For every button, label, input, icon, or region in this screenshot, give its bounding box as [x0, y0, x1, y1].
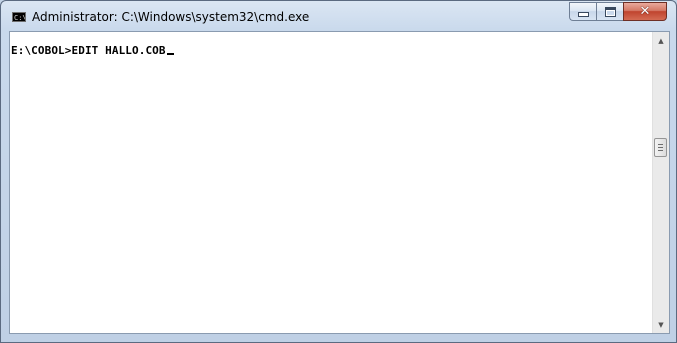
caption-buttons: ✕: [569, 2, 667, 22]
console-output[interactable]: E:\COBOL>EDIT HALLO.COB: [10, 32, 652, 333]
text-cursor: [166, 53, 174, 55]
console-client-area: E:\COBOL>EDIT HALLO.COB ▲ ▼: [9, 31, 670, 334]
minimize-icon: [577, 12, 589, 17]
thumb-grip-line: [658, 150, 663, 151]
scroll-up-arrow-icon[interactable]: ▲: [653, 32, 669, 49]
scroll-thumb[interactable]: [654, 138, 667, 157]
title-bar[interactable]: C:\ Administrator: C:\Windows\system32\c…: [1, 1, 676, 31]
maximize-button[interactable]: [596, 2, 623, 21]
console-icon[interactable]: C:\: [12, 12, 26, 22]
cmd-window: C:\ Administrator: C:\Windows\system32\c…: [0, 0, 677, 343]
minimize-button[interactable]: [569, 2, 596, 21]
vertical-scrollbar[interactable]: ▲ ▼: [652, 32, 669, 333]
command-text[interactable]: EDIT HALLO.COB: [72, 44, 166, 57]
scroll-down-arrow-icon[interactable]: ▼: [653, 316, 669, 333]
prompt-text: E:\COBOL>: [11, 44, 72, 57]
thumb-grip-line: [658, 144, 663, 145]
close-button[interactable]: ✕: [623, 2, 667, 21]
close-icon: ✕: [639, 4, 651, 19]
console-icon-label: C:\: [14, 14, 26, 22]
command-line[interactable]: E:\COBOL>EDIT HALLO.COB: [11, 44, 174, 57]
thumb-grip-line: [658, 147, 663, 148]
window-title: Administrator: C:\Windows\system32\cmd.e…: [32, 10, 310, 24]
maximize-icon: [604, 6, 616, 17]
